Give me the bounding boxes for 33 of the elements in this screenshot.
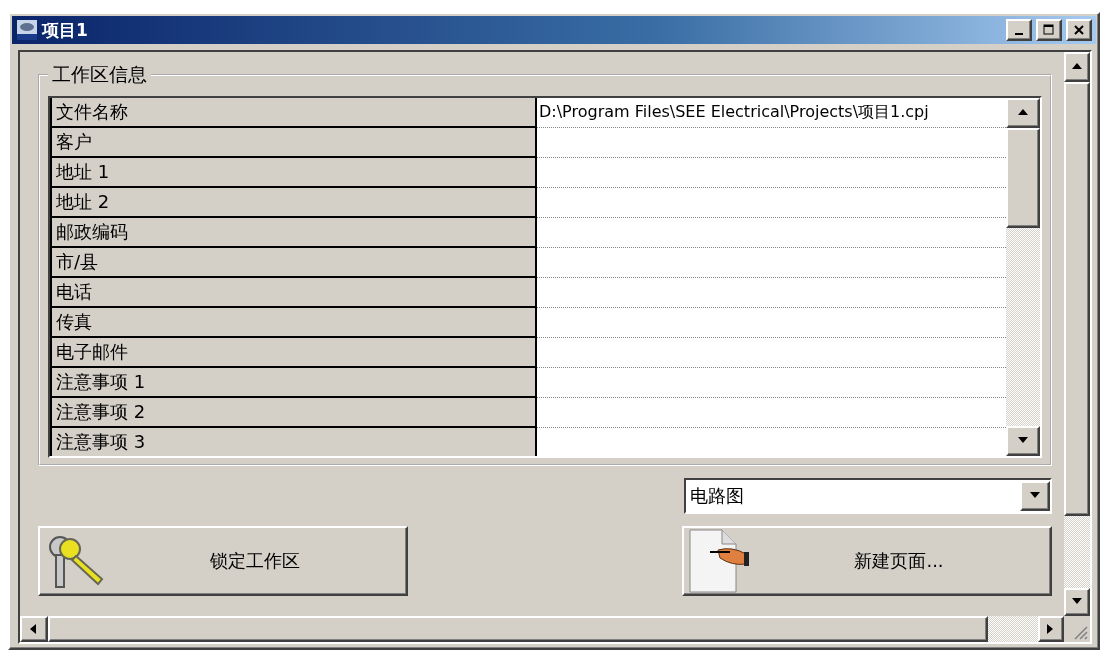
resize-grip-icon[interactable] (1074, 626, 1088, 640)
property-label: 市/县 (50, 248, 537, 278)
scroll-up-button[interactable] (1064, 52, 1090, 82)
maximize-button[interactable] (1036, 19, 1062, 41)
property-label: 注意事项 3 (50, 428, 537, 456)
scroll-down-button[interactable] (1064, 588, 1090, 616)
scroll-down-button[interactable] (1006, 426, 1040, 456)
property-label: 电子邮件 (50, 338, 537, 368)
page-with-pen-icon (688, 528, 752, 594)
property-label: 传真 (50, 308, 537, 338)
property-label: 邮政编码 (50, 218, 537, 248)
close-button[interactable] (1066, 19, 1092, 41)
close-icon (1074, 25, 1084, 35)
window-title: 项目1 (42, 18, 89, 42)
property-label: 电话 (50, 278, 537, 308)
scroll-up-button[interactable] (1006, 98, 1040, 128)
property-label: 客户 (50, 128, 537, 158)
group-title: 工作区信息 (51, 62, 148, 87)
scroll-right-button[interactable] (1038, 616, 1064, 642)
page-type-dropdown[interactable]: 电路图 (684, 478, 1052, 514)
new-page-button[interactable]: 新建页面... (682, 526, 1052, 596)
dropdown-button[interactable] (1020, 481, 1050, 511)
property-label: 文件名称 (50, 98, 537, 128)
property-label: 注意事项 1 (50, 368, 537, 398)
scroll-left-button[interactable] (20, 616, 48, 642)
minimize-button[interactable] (1006, 19, 1032, 41)
property-label: 地址 2 (50, 188, 537, 218)
property-label: 注意事项 2 (50, 398, 537, 428)
maximize-icon (1043, 24, 1055, 36)
minimize-icon (1015, 33, 1023, 35)
app-logo-icon (16, 19, 38, 41)
lock-workspace-button[interactable]: 锁定工作区 (38, 526, 408, 596)
property-label: 地址 1 (50, 158, 537, 188)
